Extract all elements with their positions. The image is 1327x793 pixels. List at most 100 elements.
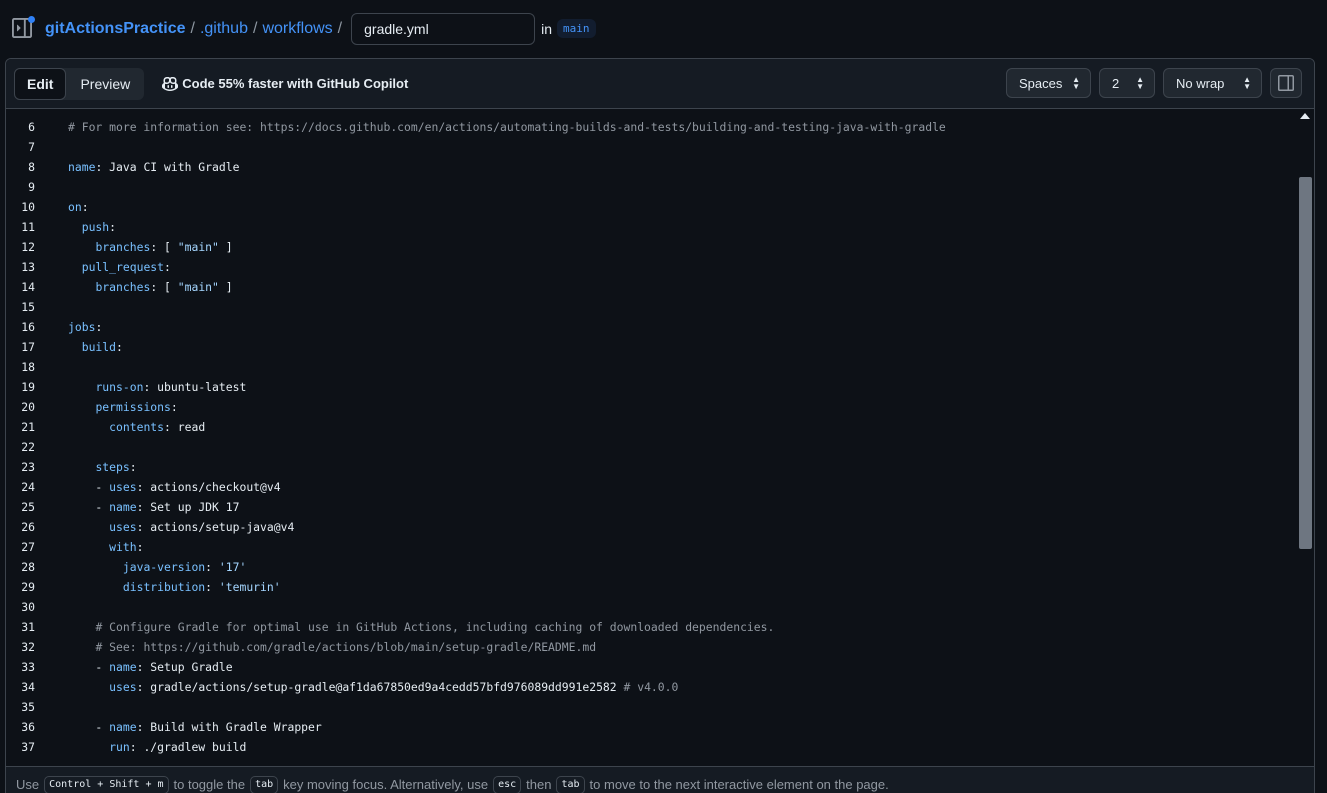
line-content: - name: Set up JDK 17 bbox=[68, 497, 239, 517]
line-content: uses: gradle/actions/setup-gradle@af1da6… bbox=[68, 677, 678, 697]
yaml-key: jobs bbox=[68, 320, 96, 334]
yaml-key: uses bbox=[109, 680, 137, 694]
line-content: name: Java CI with Gradle bbox=[68, 157, 239, 177]
toggle-sidebar-button[interactable] bbox=[1270, 68, 1302, 98]
code-text: : bbox=[109, 220, 117, 234]
filename-input[interactable] bbox=[351, 12, 536, 45]
indent-mode-select[interactable]: Spaces ▲ ▼ bbox=[1006, 68, 1091, 98]
code-text: - bbox=[68, 660, 110, 674]
code-text: : bbox=[136, 540, 144, 554]
breadcrumb-separator: / bbox=[252, 19, 258, 37]
hint-text: key moving focus. Alternatively, use bbox=[283, 777, 489, 792]
line-content: build: bbox=[68, 337, 123, 357]
code-text: ] bbox=[218, 280, 233, 294]
copilot-promo-link[interactable]: Code 55% faster with GitHub Copilot bbox=[162, 76, 408, 92]
code-text: : bbox=[129, 460, 137, 474]
line-number: 11 bbox=[21, 220, 35, 234]
line-number: 7 bbox=[28, 140, 35, 154]
line-content: steps: bbox=[68, 457, 137, 477]
hint-text: to move to the next interactive element … bbox=[589, 777, 889, 792]
line-number: 9 bbox=[28, 180, 35, 194]
breadcrumb-separator: / bbox=[337, 19, 343, 37]
code-line: 12 branches: [ "main" ] bbox=[6, 237, 1296, 257]
expand-file-tree-button[interactable] bbox=[12, 15, 35, 40]
yaml-key: branches bbox=[95, 240, 151, 254]
code-text: : Set up JDK 17 bbox=[136, 500, 240, 514]
yaml-string: 'temurin' bbox=[218, 580, 281, 594]
vertical-scrollbar[interactable] bbox=[1296, 109, 1314, 766]
tab-key: tab bbox=[556, 776, 585, 793]
preview-tab[interactable]: Preview bbox=[66, 68, 144, 100]
in-branch-label: in bbox=[541, 20, 553, 37]
line-number: 23 bbox=[21, 460, 35, 474]
edit-preview-toggle: Edit Preview bbox=[14, 67, 145, 100]
code-line: 25 - name: Set up JDK 17 bbox=[6, 497, 1296, 517]
yaml-key: steps bbox=[95, 460, 130, 474]
line-content: with: bbox=[68, 537, 143, 557]
code-line: 36 - name: Build with Gradle Wrapper bbox=[6, 717, 1296, 737]
code-line: 24 - uses: actions/checkout@v4 bbox=[6, 477, 1296, 497]
hint-text: Use bbox=[16, 777, 40, 792]
select-caret-icon: ▲ ▼ bbox=[1072, 75, 1080, 91]
yaml-key: name bbox=[109, 720, 137, 734]
code-line: 14 branches: [ "main" ] bbox=[6, 277, 1296, 297]
code-text: - bbox=[68, 480, 110, 494]
scroll-up-icon[interactable] bbox=[1300, 113, 1310, 119]
code-text: : [ bbox=[150, 240, 178, 254]
code-editor: Edit Preview Code 55% faster with GitHub… bbox=[5, 58, 1315, 793]
line-number: 35 bbox=[21, 700, 35, 714]
line-number: 28 bbox=[21, 560, 35, 574]
code-text-area[interactable]: 6 # For more information see: https://doc… bbox=[6, 109, 1298, 766]
line-number: 26 bbox=[21, 520, 35, 534]
scrollbar-thumb[interactable] bbox=[1299, 177, 1312, 549]
code-line: 21 contents: read bbox=[6, 417, 1296, 437]
yaml-key: name bbox=[109, 660, 137, 674]
breadcrumb-workflows-folder-link[interactable]: workflows bbox=[262, 20, 332, 38]
yaml-comment: # v4.0.0 bbox=[623, 680, 679, 694]
line-number: 6 bbox=[28, 120, 35, 134]
breadcrumb-github-folder-link[interactable]: .github bbox=[200, 20, 248, 38]
line-content: # See: https://github.com/gradle/actions… bbox=[68, 637, 596, 657]
select-caret-icon: ▲ ▼ bbox=[1136, 75, 1144, 91]
code-line: 13 pull_request: bbox=[6, 257, 1296, 277]
code-line: 16 jobs: bbox=[6, 317, 1296, 337]
code-text: ] bbox=[218, 240, 233, 254]
yaml-comment: # For more information see: https://docs… bbox=[68, 120, 946, 134]
code-text: - bbox=[68, 500, 110, 514]
line-content: contents: read bbox=[68, 417, 205, 437]
code-line: 6 # For more information see: https://doc… bbox=[6, 117, 1296, 137]
yaml-key: build bbox=[81, 340, 117, 354]
edit-tab[interactable]: Edit bbox=[14, 67, 67, 100]
line-content: push: bbox=[68, 217, 116, 237]
breadcrumb-repo-link[interactable]: gitActionsPractice bbox=[45, 20, 185, 38]
indent-size-select[interactable]: 2 ▲ ▼ bbox=[1099, 68, 1155, 98]
yaml-comment: # Configure Gradle for optimal use in Gi… bbox=[95, 620, 775, 634]
yaml-key: branches bbox=[95, 280, 151, 294]
wrap-mode-select[interactable]: No wrap ▲ ▼ bbox=[1163, 68, 1262, 98]
code-line: 28 java-version: '17' bbox=[6, 557, 1296, 577]
line-content: java-version: '17' bbox=[68, 557, 246, 577]
yaml-string: '17' bbox=[218, 560, 247, 574]
yaml-key: name bbox=[109, 500, 137, 514]
line-number: 25 bbox=[21, 500, 35, 514]
yaml-key: uses bbox=[109, 480, 137, 494]
editor-toolbar: Edit Preview Code 55% faster with GitHub… bbox=[6, 59, 1314, 109]
file-path-header: gitActionsPractice / .github / workflows… bbox=[0, 0, 1327, 57]
code-text: : bbox=[170, 400, 178, 414]
code-line: 9 bbox=[6, 177, 1296, 197]
line-content: run: ./gradlew build bbox=[68, 737, 246, 757]
code-text: : bbox=[205, 580, 219, 594]
line-content: uses: actions/setup-java@v4 bbox=[68, 517, 294, 537]
line-number: 10 bbox=[21, 200, 35, 214]
yaml-key: with bbox=[109, 540, 137, 554]
code-line: 19 runs-on: ubuntu-latest bbox=[6, 377, 1296, 397]
